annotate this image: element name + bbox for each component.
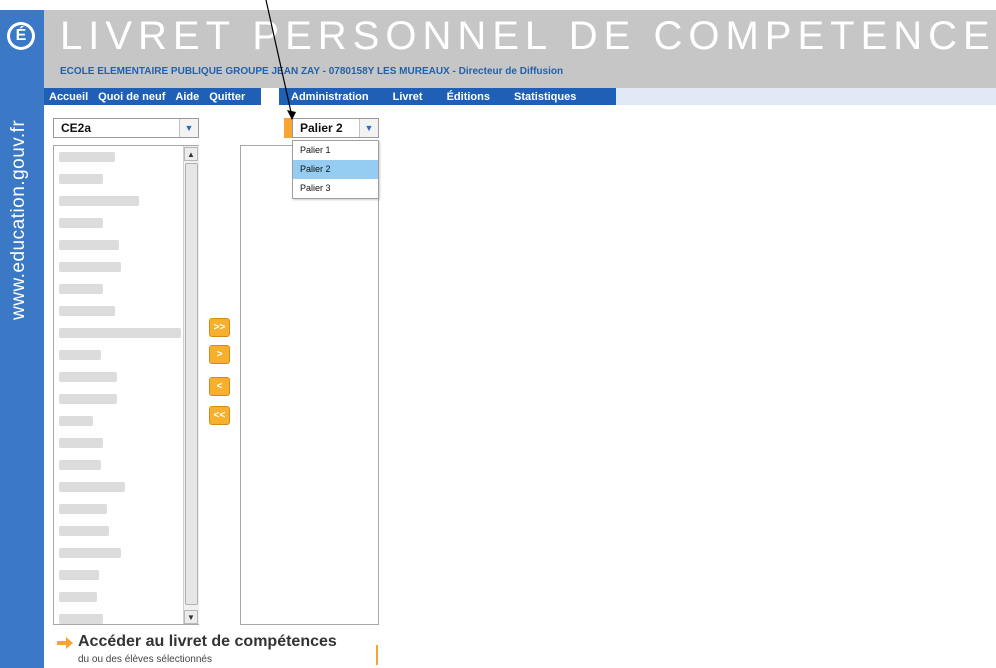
list-item[interactable] [59, 196, 139, 206]
move-right-button[interactable]: > [209, 345, 230, 364]
education-logo: É [7, 22, 35, 50]
education-logo-letter: É [10, 25, 32, 47]
list-item[interactable] [59, 482, 125, 492]
nav-right-group: Administration Livret Éditions Statistiq… [279, 88, 616, 105]
access-livret-subtitle: du ou des élèves sélectionnés [78, 654, 212, 665]
nav-bar-fill [616, 88, 996, 105]
chevron-down-icon[interactable]: ▼ [179, 119, 198, 137]
list-item[interactable] [59, 614, 103, 624]
list-item[interactable] [59, 394, 117, 404]
list-item[interactable] [59, 284, 103, 294]
arrow-right-icon [57, 637, 73, 649]
list-item[interactable] [59, 152, 115, 162]
list-item[interactable] [59, 350, 101, 360]
move-all-right-button[interactable]: >> [209, 318, 230, 337]
app-title: LIVRET PERSONNEL DE COMPETENCES [60, 14, 996, 58]
list-item[interactable] [59, 240, 119, 250]
list-item[interactable] [59, 504, 107, 514]
move-left-button[interactable]: < [209, 377, 230, 396]
access-divider [376, 645, 378, 665]
list-item[interactable] [59, 460, 101, 470]
list-item[interactable] [59, 306, 115, 316]
list-item[interactable] [59, 372, 117, 382]
nav-accueil[interactable]: Accueil [44, 91, 93, 103]
list-item[interactable] [59, 262, 121, 272]
palier-select[interactable]: Palier 2 ▼ [292, 118, 379, 138]
class-select[interactable]: CE2a ▼ [53, 118, 199, 138]
scrollbar-thumb[interactable] [185, 163, 198, 605]
class-select-value: CE2a [61, 121, 92, 135]
list-item[interactable] [59, 526, 109, 536]
palier-option-1[interactable]: Palier 1 [293, 141, 378, 160]
nav-quoi-de-neuf[interactable]: Quoi de neuf [93, 91, 170, 103]
palier-select-value: Palier 2 [300, 121, 343, 135]
list-item[interactable] [59, 416, 93, 426]
list-item[interactable] [59, 592, 97, 602]
nav-livret[interactable]: Livret [381, 91, 435, 103]
palier-dropdown-list[interactable]: Palier 1 Palier 2 Palier 3 [292, 140, 379, 199]
palier-option-3[interactable]: Palier 3 [293, 179, 378, 198]
list-item[interactable] [59, 438, 103, 448]
selected-student-list[interactable] [240, 145, 379, 625]
nav-editions[interactable]: Éditions [435, 91, 502, 103]
list-item[interactable] [59, 570, 99, 580]
list-item[interactable] [59, 328, 181, 338]
scroll-up-icon[interactable]: ▲ [184, 147, 198, 161]
access-livret-link[interactable]: Accéder au livret de compétences [78, 633, 337, 651]
nav-quitter[interactable]: Quitter [204, 91, 250, 103]
move-all-left-button[interactable]: << [209, 406, 230, 425]
nav-administration[interactable]: Administration [279, 91, 381, 103]
nav-left-group: Accueil Quoi de neuf Aide Quitter [44, 88, 261, 105]
chevron-down-icon[interactable]: ▼ [359, 119, 378, 137]
nav-aide[interactable]: Aide [170, 91, 204, 103]
list-item[interactable] [59, 548, 121, 558]
school-line: ECOLE ELEMENTAIRE PUBLIQUE GROUPE JEAN Z… [60, 66, 564, 77]
education-side-band: É www.education.gouv.fr [0, 10, 44, 668]
list-item[interactable] [59, 174, 103, 184]
education-url[interactable]: www.education.gouv.fr [8, 60, 38, 320]
student-list[interactable] [53, 145, 199, 625]
nav-statistiques[interactable]: Statistiques [502, 91, 588, 103]
palier-option-2[interactable]: Palier 2 [293, 160, 378, 179]
scroll-down-icon[interactable]: ▼ [184, 610, 198, 624]
list-item[interactable] [59, 218, 103, 228]
